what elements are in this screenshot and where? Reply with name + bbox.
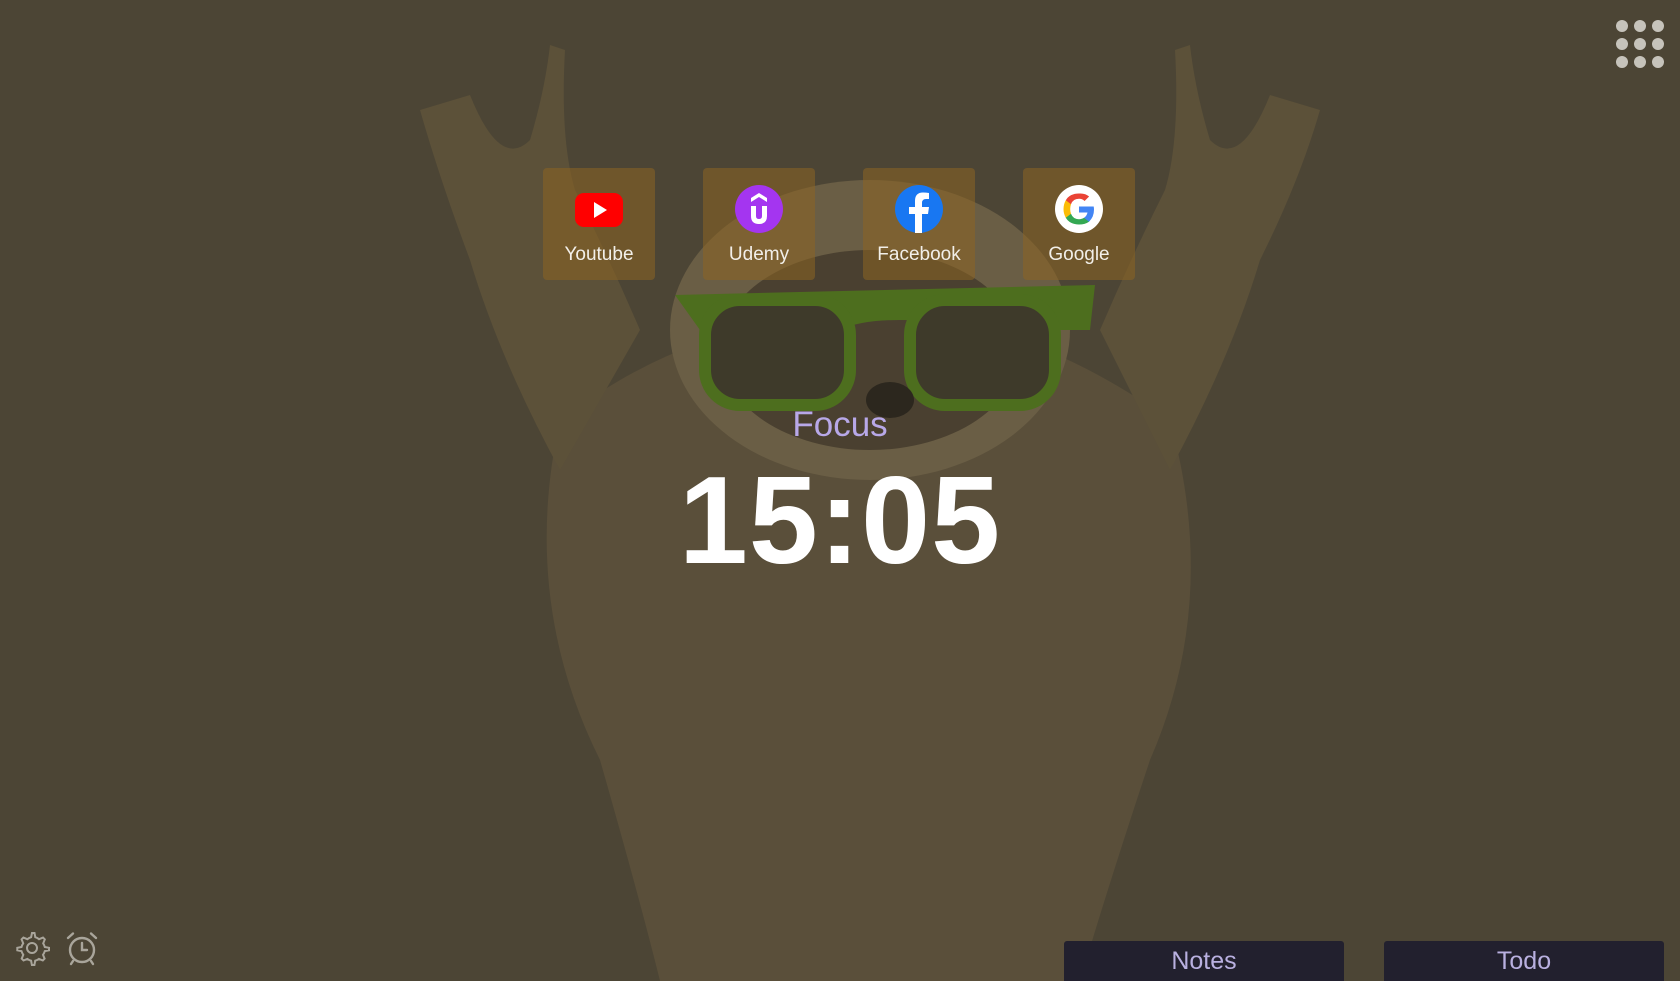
shortcut-label: Udemy [728,244,790,265]
apps-grid-dot [1634,56,1646,68]
shortcut-google[interactable]: Google [1023,168,1135,280]
alarm-clock-icon [66,932,98,966]
facebook-icon [894,184,944,234]
apps-grid-dot [1652,38,1664,50]
timer-mode-label: Focus [792,405,888,444]
timer-display: 15:05 [678,452,1002,590]
shortcut-udemy[interactable]: Udemy [703,168,815,280]
shortcut-label: Youtube [564,244,634,265]
todo-button[interactable]: Todo [1384,941,1664,981]
shortcut-youtube[interactable]: Youtube [543,168,655,280]
gear-icon [16,932,50,966]
shortcut-list: Youtube Udemy Facebook Google [543,168,1135,280]
apps-grid-dot [1616,56,1628,68]
shortcut-label: Facebook [877,244,961,265]
shortcut-label: Google [1048,244,1110,265]
youtube-icon [574,184,624,234]
alarm-button[interactable] [64,930,100,966]
apps-grid-icon [1616,20,1628,32]
bottom-left-controls [14,930,100,966]
apps-grid-dot [1652,56,1664,68]
apps-grid-dot [1652,20,1664,32]
shortcut-facebook[interactable]: Facebook [863,168,975,280]
google-icon [1054,184,1104,234]
notes-button[interactable]: Notes [1064,941,1344,981]
apps-grid-dot [1634,20,1646,32]
apps-grid-dot [1634,38,1646,50]
apps-grid-button[interactable] [1614,18,1664,68]
udemy-icon [734,184,784,234]
settings-button[interactable] [14,930,50,966]
apps-grid-dot [1616,38,1628,50]
